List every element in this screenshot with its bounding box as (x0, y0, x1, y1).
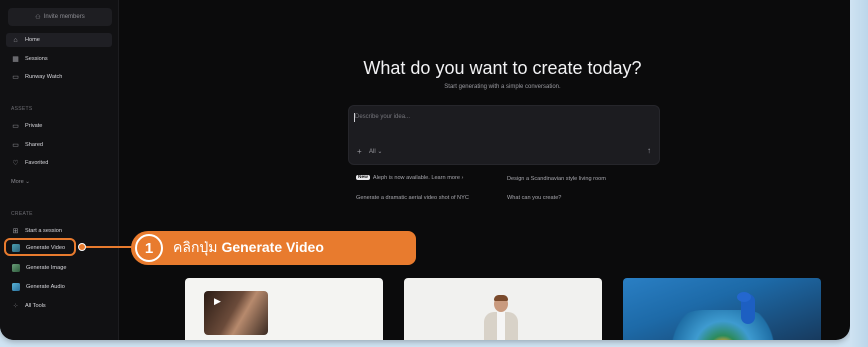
suggestion-living-room[interactable]: Design a Scandinavian style living room (507, 176, 606, 182)
person-thumbnail (484, 295, 518, 340)
sidebar-item-all-tools[interactable]: ⁘ All Tools (6, 299, 112, 313)
heart-icon: ♡ (12, 159, 19, 167)
sidebar-item-start-session[interactable]: ⊞ Start a session (6, 224, 112, 238)
sidebar-item-private[interactable]: ▭ Private (6, 119, 112, 133)
sidebar-item-label: Home (25, 37, 40, 43)
tools-grid-icon: ⁘ (12, 302, 19, 310)
sidebar-item-label: Shared (25, 142, 44, 148)
shared-folder-icon: ▭ (12, 141, 19, 149)
sidebar-item-label: Sessions (25, 56, 48, 62)
page-title: What do you want to create today? (363, 58, 642, 78)
page-edge (850, 0, 868, 347)
sidebar-item-label: Start a session (25, 228, 62, 234)
page-subtitle: Start generating with a simple conversat… (444, 84, 561, 90)
invite-members-button[interactable]: ⚇ Invite members (8, 8, 112, 26)
play-icon: ▶ (214, 296, 221, 306)
sidebar-item-label: Generate Audio (26, 284, 65, 290)
connector-dot (78, 243, 86, 251)
suggestion-aerial-nyc[interactable]: Generate a dramatic aerial video shot of… (356, 195, 469, 201)
showcase-card-person[interactable] (404, 278, 602, 340)
add-attachment-button[interactable]: + (357, 147, 362, 156)
sidebar-item-favorited[interactable]: ♡ Favorited (6, 156, 112, 170)
invite-members-label: Invite members (43, 14, 85, 20)
sidebar-item-label: Favorited (25, 160, 49, 166)
sidebar-item-generate-audio[interactable]: Generate Audio (6, 280, 112, 294)
prompt-input[interactable]: Describe your idea... (355, 114, 410, 120)
sidebar-item-label: Generate Image (26, 265, 67, 271)
sidebar: ⚇ Invite members ⌂ Home ▦ Sessions ▭ Run… (0, 0, 119, 340)
add-person-icon: ⚇ (35, 14, 41, 21)
connector-line (86, 246, 134, 248)
suggestion-what-can-you-create[interactable]: What can you create? (507, 195, 561, 201)
sidebar-item-home[interactable]: ⌂ Home (6, 33, 112, 47)
tv-icon: ▭ (12, 73, 19, 81)
grid-icon: ▦ (12, 55, 19, 63)
showcase-card-video[interactable]: ▶ (185, 278, 383, 340)
prompt-box[interactable]: Describe your idea... + All ⌄ ↑ (348, 105, 660, 165)
app-window: ⚇ Invite members ⌂ Home ▦ Sessions ▭ Run… (0, 0, 850, 340)
step-number-badge: 1 (135, 234, 163, 262)
create-section-label: CREATE (11, 211, 33, 217)
sidebar-item-runway-watch[interactable]: ▭ Runway Watch (6, 70, 112, 84)
showcase-card-peacock[interactable] (623, 278, 821, 340)
mode-dropdown[interactable]: All ⌄ (369, 148, 382, 155)
step-instruction-prefix: คลิกปุ่ม (173, 239, 222, 255)
sidebar-item-label: Private (25, 123, 43, 129)
sidebar-item-generate-image[interactable]: Generate Image (6, 261, 112, 275)
suggestion-aleph[interactable]: New Aleph is now available. Learn more › (356, 175, 463, 181)
home-icon: ⌂ (13, 36, 18, 44)
send-button[interactable]: ↑ (647, 146, 651, 155)
highlight-ring (4, 238, 76, 256)
peacock-thumbnail (663, 292, 783, 340)
step-instruction: คลิกปุ่ม Generate Video (173, 237, 324, 259)
folder-icon: ▭ (12, 122, 19, 130)
new-badge: New (356, 175, 370, 181)
step-instruction-target: Generate Video (221, 239, 324, 255)
assets-section-label: ASSETS (11, 106, 33, 112)
suggestion-label: Aleph is now available. Learn more › (372, 175, 464, 181)
image-thumb-icon (12, 264, 20, 272)
plus-square-icon: ⊞ (12, 227, 19, 235)
sidebar-item-label: Runway Watch (25, 74, 63, 80)
sidebar-item-label: All Tools (25, 303, 46, 309)
sidebar-item-sessions[interactable]: ▦ Sessions (6, 52, 112, 66)
sidebar-item-shared[interactable]: ▭ Shared (6, 138, 112, 152)
more-toggle[interactable]: More ⌄ (11, 179, 30, 185)
audio-thumb-icon (12, 283, 20, 291)
step-callout: 1 คลิกปุ่ม Generate Video (131, 231, 416, 265)
